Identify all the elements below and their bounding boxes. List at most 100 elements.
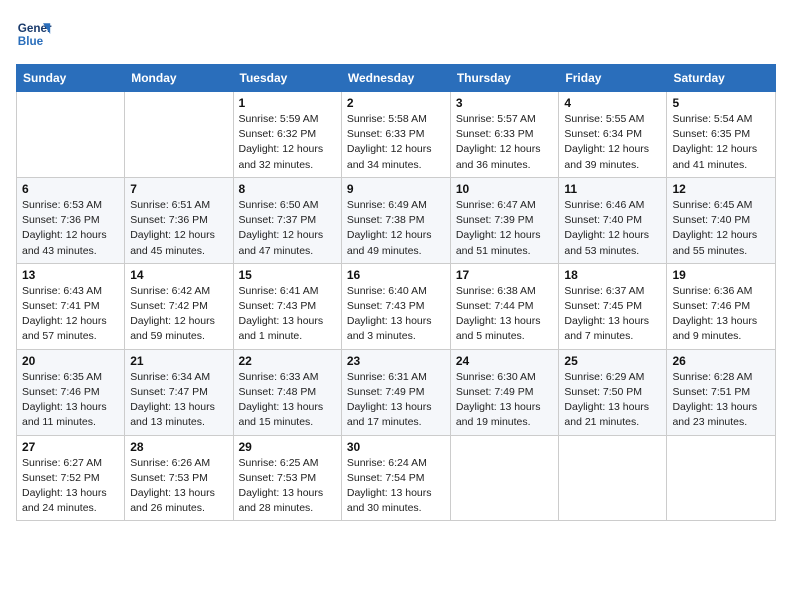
day-info: Sunrise: 6:43 AM Sunset: 7:41 PM Dayligh… bbox=[22, 284, 119, 345]
day-info: Sunrise: 5:55 AM Sunset: 6:34 PM Dayligh… bbox=[564, 112, 661, 173]
day-number: 21 bbox=[130, 354, 227, 368]
calendar-week-row: 27Sunrise: 6:27 AM Sunset: 7:52 PM Dayli… bbox=[17, 435, 776, 521]
day-number: 1 bbox=[239, 96, 336, 110]
day-info: Sunrise: 6:45 AM Sunset: 7:40 PM Dayligh… bbox=[672, 198, 770, 259]
calendar-day-cell: 15 Sunrise: 6:41 AM Sunset: 7:43 PM Dayli… bbox=[233, 263, 341, 349]
calendar-week-row: 13 Sunrise: 6:43 AM Sunset: 7:41 PM Dayli… bbox=[17, 263, 776, 349]
day-number: 26 bbox=[672, 354, 770, 368]
day-number: 24 bbox=[456, 354, 554, 368]
day-info: Sunrise: 6:42 AM Sunset: 7:42 PM Dayligh… bbox=[130, 284, 227, 345]
day-info: Sunrise: 6:26 AM Sunset: 7:53 PM Dayligh… bbox=[130, 456, 227, 517]
day-info: Sunrise: 6:46 AM Sunset: 7:40 PM Dayligh… bbox=[564, 198, 661, 259]
calendar-weekday-header: Thursday bbox=[450, 65, 559, 92]
calendar-day-cell bbox=[125, 92, 233, 178]
calendar-header-row: SundayMondayTuesdayWednesdayThursdayFrid… bbox=[17, 65, 776, 92]
day-number: 3 bbox=[456, 96, 554, 110]
calendar-day-cell bbox=[450, 435, 559, 521]
day-number: 11 bbox=[564, 182, 661, 196]
day-number: 28 bbox=[130, 440, 227, 454]
day-number: 15 bbox=[239, 268, 336, 282]
logo: General Blue bbox=[16, 16, 56, 52]
day-number: 7 bbox=[130, 182, 227, 196]
calendar-day-cell: 23 Sunrise: 6:31 AM Sunset: 7:49 PM Dayli… bbox=[341, 349, 450, 435]
calendar-day-cell: 4 Sunrise: 5:55 AM Sunset: 6:34 PM Daylig… bbox=[559, 92, 667, 178]
day-info: Sunrise: 6:37 AM Sunset: 7:45 PM Dayligh… bbox=[564, 284, 661, 345]
calendar-day-cell bbox=[559, 435, 667, 521]
calendar-day-cell: 1 Sunrise: 5:59 AM Sunset: 6:32 PM Daylig… bbox=[233, 92, 341, 178]
day-info: Sunrise: 6:40 AM Sunset: 7:43 PM Dayligh… bbox=[347, 284, 445, 345]
day-number: 4 bbox=[564, 96, 661, 110]
calendar-day-cell: 2 Sunrise: 5:58 AM Sunset: 6:33 PM Daylig… bbox=[341, 92, 450, 178]
day-info: Sunrise: 5:58 AM Sunset: 6:33 PM Dayligh… bbox=[347, 112, 445, 173]
day-info: Sunrise: 6:33 AM Sunset: 7:48 PM Dayligh… bbox=[239, 370, 336, 431]
calendar-day-cell: 6Sunrise: 6:53 AM Sunset: 7:36 PM Daylig… bbox=[17, 177, 125, 263]
day-number: 10 bbox=[456, 182, 554, 196]
day-info: Sunrise: 6:49 AM Sunset: 7:38 PM Dayligh… bbox=[347, 198, 445, 259]
calendar-day-cell bbox=[17, 92, 125, 178]
day-info: Sunrise: 6:50 AM Sunset: 7:37 PM Dayligh… bbox=[239, 198, 336, 259]
day-number: 18 bbox=[564, 268, 661, 282]
calendar-day-cell: 24 Sunrise: 6:30 AM Sunset: 7:49 PM Dayli… bbox=[450, 349, 559, 435]
calendar-day-cell: 7 Sunrise: 6:51 AM Sunset: 7:36 PM Daylig… bbox=[125, 177, 233, 263]
calendar-weekday-header: Friday bbox=[559, 65, 667, 92]
calendar-day-cell: 30 Sunrise: 6:24 AM Sunset: 7:54 PM Dayli… bbox=[341, 435, 450, 521]
day-number: 16 bbox=[347, 268, 445, 282]
day-number: 13 bbox=[22, 268, 119, 282]
calendar-day-cell: 9Sunrise: 6:49 AM Sunset: 7:38 PM Daylig… bbox=[341, 177, 450, 263]
calendar-day-cell: 19Sunrise: 6:36 AM Sunset: 7:46 PM Dayli… bbox=[667, 263, 776, 349]
day-info: Sunrise: 6:25 AM Sunset: 7:53 PM Dayligh… bbox=[239, 456, 336, 517]
day-info: Sunrise: 6:51 AM Sunset: 7:36 PM Dayligh… bbox=[130, 198, 227, 259]
day-info: Sunrise: 6:27 AM Sunset: 7:52 PM Dayligh… bbox=[22, 456, 119, 517]
calendar-week-row: 1 Sunrise: 5:59 AM Sunset: 6:32 PM Daylig… bbox=[17, 92, 776, 178]
day-info: Sunrise: 6:41 AM Sunset: 7:43 PM Dayligh… bbox=[239, 284, 336, 345]
svg-text:Blue: Blue bbox=[18, 35, 44, 48]
day-number: 30 bbox=[347, 440, 445, 454]
day-number: 20 bbox=[22, 354, 119, 368]
calendar-day-cell: 12 Sunrise: 6:45 AM Sunset: 7:40 PM Dayli… bbox=[667, 177, 776, 263]
day-number: 23 bbox=[347, 354, 445, 368]
day-number: 8 bbox=[239, 182, 336, 196]
day-number: 14 bbox=[130, 268, 227, 282]
day-info: Sunrise: 6:31 AM Sunset: 7:49 PM Dayligh… bbox=[347, 370, 445, 431]
day-number: 17 bbox=[456, 268, 554, 282]
day-info: Sunrise: 6:24 AM Sunset: 7:54 PM Dayligh… bbox=[347, 456, 445, 517]
day-number: 25 bbox=[564, 354, 661, 368]
day-number: 6 bbox=[22, 182, 119, 196]
day-number: 5 bbox=[672, 96, 770, 110]
calendar-weekday-header: Monday bbox=[125, 65, 233, 92]
calendar-day-cell: 10Sunrise: 6:47 AM Sunset: 7:39 PM Dayli… bbox=[450, 177, 559, 263]
day-info: Sunrise: 6:36 AM Sunset: 7:46 PM Dayligh… bbox=[672, 284, 770, 345]
calendar-day-cell: 17 Sunrise: 6:38 AM Sunset: 7:44 PM Dayli… bbox=[450, 263, 559, 349]
calendar-weekday-header: Saturday bbox=[667, 65, 776, 92]
day-info: Sunrise: 6:28 AM Sunset: 7:51 PM Dayligh… bbox=[672, 370, 770, 431]
calendar-day-cell: 29 Sunrise: 6:25 AM Sunset: 7:53 PM Dayli… bbox=[233, 435, 341, 521]
calendar-weekday-header: Tuesday bbox=[233, 65, 341, 92]
calendar-day-cell: 28 Sunrise: 6:26 AM Sunset: 7:53 PM Dayli… bbox=[125, 435, 233, 521]
day-number: 29 bbox=[239, 440, 336, 454]
day-number: 2 bbox=[347, 96, 445, 110]
day-info: Sunrise: 5:57 AM Sunset: 6:33 PM Dayligh… bbox=[456, 112, 554, 173]
day-info: Sunrise: 6:30 AM Sunset: 7:49 PM Dayligh… bbox=[456, 370, 554, 431]
calendar-day-cell: 18 Sunrise: 6:37 AM Sunset: 7:45 PM Dayli… bbox=[559, 263, 667, 349]
calendar-week-row: 20 Sunrise: 6:35 AM Sunset: 7:46 PM Dayli… bbox=[17, 349, 776, 435]
calendar-day-cell: 26 Sunrise: 6:28 AM Sunset: 7:51 PM Dayli… bbox=[667, 349, 776, 435]
calendar-day-cell: 21Sunrise: 6:34 AM Sunset: 7:47 PM Dayli… bbox=[125, 349, 233, 435]
page-header: General Blue bbox=[16, 16, 776, 52]
day-number: 22 bbox=[239, 354, 336, 368]
day-number: 12 bbox=[672, 182, 770, 196]
calendar-day-cell: 13 Sunrise: 6:43 AM Sunset: 7:41 PM Dayli… bbox=[17, 263, 125, 349]
calendar-weekday-header: Sunday bbox=[17, 65, 125, 92]
calendar-day-cell: 8 Sunrise: 6:50 AM Sunset: 7:37 PM Daylig… bbox=[233, 177, 341, 263]
day-info: Sunrise: 5:59 AM Sunset: 6:32 PM Dayligh… bbox=[239, 112, 336, 173]
calendar-table: SundayMondayTuesdayWednesdayThursdayFrid… bbox=[16, 64, 776, 521]
calendar-day-cell: 20 Sunrise: 6:35 AM Sunset: 7:46 PM Dayli… bbox=[17, 349, 125, 435]
day-info: Sunrise: 6:38 AM Sunset: 7:44 PM Dayligh… bbox=[456, 284, 554, 345]
calendar-day-cell: 25Sunrise: 6:29 AM Sunset: 7:50 PM Dayli… bbox=[559, 349, 667, 435]
logo-icon: General Blue bbox=[16, 16, 52, 52]
calendar-day-cell: 22 Sunrise: 6:33 AM Sunset: 7:48 PM Dayli… bbox=[233, 349, 341, 435]
calendar-day-cell: 5Sunrise: 5:54 AM Sunset: 6:35 PM Daylig… bbox=[667, 92, 776, 178]
calendar-day-cell: 11 Sunrise: 6:46 AM Sunset: 7:40 PM Dayli… bbox=[559, 177, 667, 263]
calendar-day-cell: 3 Sunrise: 5:57 AM Sunset: 6:33 PM Daylig… bbox=[450, 92, 559, 178]
calendar-day-cell: 16 Sunrise: 6:40 AM Sunset: 7:43 PM Dayli… bbox=[341, 263, 450, 349]
day-info: Sunrise: 6:35 AM Sunset: 7:46 PM Dayligh… bbox=[22, 370, 119, 431]
